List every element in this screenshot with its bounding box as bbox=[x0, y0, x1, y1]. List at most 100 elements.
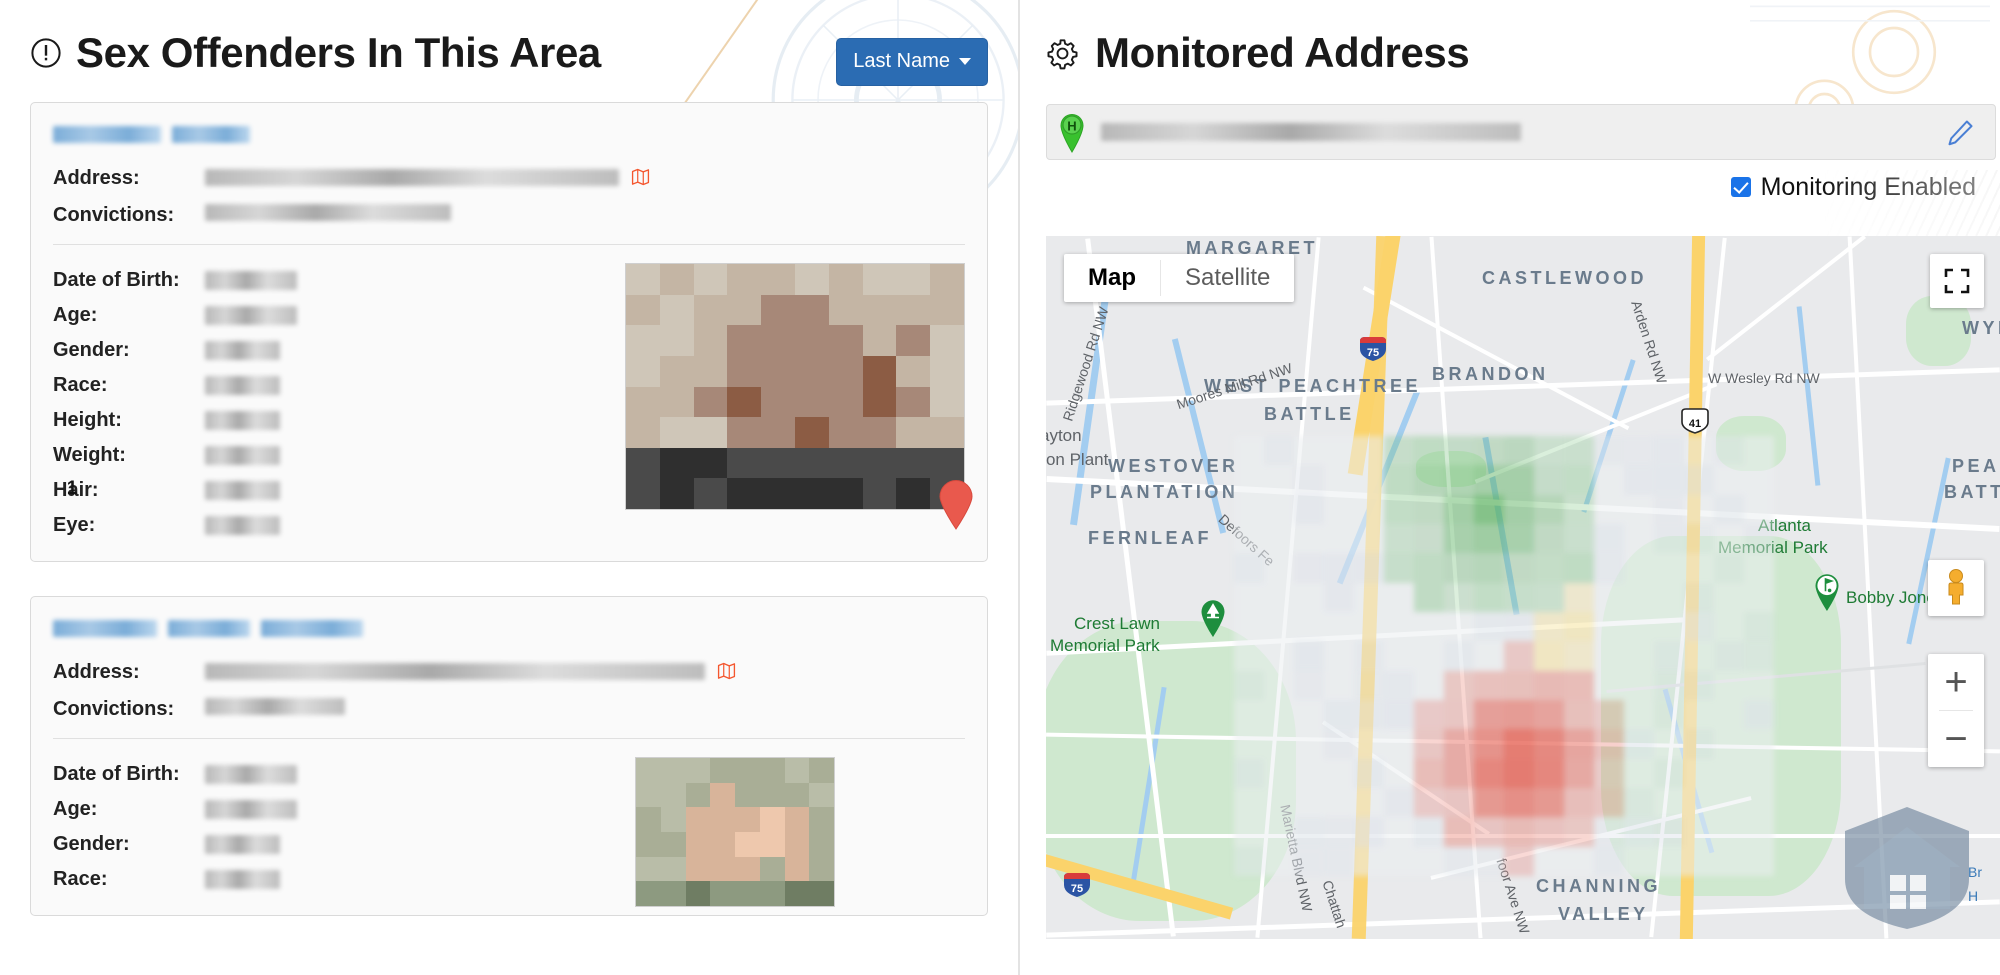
map-place-label: ayton bbox=[1046, 426, 1082, 445]
pixel-block bbox=[693, 325, 728, 356]
pixel-block bbox=[759, 758, 785, 783]
pixel-block bbox=[693, 447, 728, 479]
offender-photo[interactable] bbox=[635, 757, 835, 907]
pixel-block bbox=[784, 856, 810, 882]
pixel-block bbox=[636, 807, 661, 832]
pencil-icon[interactable] bbox=[1945, 118, 1975, 148]
park-poi-pin-icon[interactable] bbox=[1198, 598, 1228, 638]
redacted-hair bbox=[205, 481, 280, 500]
map-place-label: ation Plant bbox=[1046, 450, 1109, 469]
map-icon[interactable] bbox=[631, 167, 650, 187]
weight-row: Weight: bbox=[53, 438, 297, 473]
map-type-map-button[interactable]: Map bbox=[1064, 254, 1160, 302]
pixel-block bbox=[862, 355, 897, 387]
monitoring-enabled-row[interactable]: Monitoring Enabled bbox=[1020, 172, 1976, 202]
pixel-block bbox=[809, 807, 834, 832]
monitoring-enabled-label: Monitoring Enabled bbox=[1760, 172, 1976, 201]
map-place-label: Memorial Park bbox=[1050, 636, 1160, 655]
pixel-block bbox=[794, 386, 829, 418]
pixel-block bbox=[761, 294, 795, 326]
map-pin-marker[interactable] bbox=[937, 478, 975, 530]
age-row: Age: bbox=[53, 298, 297, 333]
redacted-name-part bbox=[172, 126, 250, 143]
map-place-label: Atlanta bbox=[1758, 516, 1811, 535]
offender-card[interactable]: Address: Convictions: Date of Birth: Age… bbox=[30, 102, 988, 562]
pixel-block bbox=[784, 758, 810, 783]
map-zoom-control[interactable]: + − bbox=[1928, 654, 1984, 767]
redacted-convictions bbox=[205, 698, 345, 715]
pixel-block bbox=[693, 294, 728, 326]
pixel-block bbox=[659, 447, 694, 479]
dob-label: Date of Birth: bbox=[53, 763, 180, 785]
map-canvas[interactable]: 75 41 75 MARGARET ELL CASTLEWOOD BRANDON… bbox=[1046, 236, 2000, 939]
pixel-block bbox=[727, 325, 762, 356]
map-type-control[interactable]: Map Satellite bbox=[1064, 254, 1295, 302]
redacted-height bbox=[205, 411, 280, 430]
pixel-block bbox=[896, 478, 931, 509]
gender-row: Gender: bbox=[53, 827, 297, 862]
pixel-block bbox=[659, 478, 694, 509]
map-park-atlanta-memorial bbox=[1601, 536, 1841, 896]
pixel-block bbox=[761, 355, 795, 387]
svg-text:75: 75 bbox=[1367, 347, 1379, 359]
pixel-block bbox=[828, 325, 863, 356]
pixel-block bbox=[660, 807, 686, 832]
pegman-icon bbox=[1948, 569, 1964, 605]
pixel-block bbox=[784, 782, 810, 808]
pixelated-photo bbox=[636, 758, 834, 906]
redacted-monitored-address bbox=[1101, 123, 1521, 141]
offender-card[interactable]: Address: Convictions: Date of Birth: Age… bbox=[30, 596, 988, 916]
pixel-block bbox=[896, 447, 931, 479]
monitoring-enabled-checkbox[interactable] bbox=[1730, 177, 1751, 197]
map-park-small bbox=[1716, 416, 1786, 471]
pixel-block bbox=[896, 417, 931, 448]
pixel-block bbox=[896, 294, 931, 326]
redacted-name-part bbox=[53, 126, 161, 143]
monitored-address-bar[interactable]: H bbox=[1046, 104, 1996, 160]
sort-by-last-name-button[interactable]: Last Name bbox=[836, 38, 988, 86]
pixel-block bbox=[896, 325, 931, 356]
map-area-label: PEACH bbox=[1952, 456, 2000, 476]
pixel-block bbox=[794, 264, 829, 295]
caret-down-icon bbox=[959, 58, 971, 65]
map-zoom-out-button[interactable]: − bbox=[1928, 711, 1984, 767]
pixel-block bbox=[761, 447, 795, 479]
pixel-block bbox=[636, 758, 661, 783]
convictions-label: Convictions: bbox=[53, 204, 175, 226]
offender-name-redacted bbox=[53, 620, 965, 637]
pixel-block bbox=[862, 386, 897, 418]
street-view-pegman-button[interactable] bbox=[1928, 560, 1984, 616]
map-place-label: Memorial Park bbox=[1718, 538, 1828, 557]
map-zoom-in-button[interactable]: + bbox=[1928, 654, 1984, 710]
pixel-block bbox=[659, 386, 694, 418]
pixel-block bbox=[809, 782, 834, 808]
map-type-satellite-button[interactable]: Satellite bbox=[1161, 254, 1294, 302]
map-fullscreen-button[interactable] bbox=[1930, 254, 1984, 308]
pixel-block bbox=[693, 417, 728, 448]
pixel-block bbox=[930, 386, 964, 418]
pixel-block bbox=[685, 807, 711, 832]
us-41-shield-icon: 41 bbox=[1681, 408, 1709, 434]
pixel-block bbox=[659, 417, 694, 448]
offender-photo[interactable] bbox=[625, 263, 965, 510]
pixel-block bbox=[685, 782, 711, 808]
address-row: Address: bbox=[53, 165, 965, 192]
redacted-age bbox=[205, 800, 297, 819]
weight-label: Weight: bbox=[53, 444, 126, 466]
redacted-convictions bbox=[205, 204, 451, 221]
pixel-block bbox=[659, 294, 694, 326]
pixel-block bbox=[735, 758, 760, 783]
golf-poi-pin-icon[interactable] bbox=[1812, 572, 1842, 612]
pixel-block bbox=[862, 447, 897, 479]
pixel-block bbox=[862, 478, 897, 509]
offender-card-list[interactable]: Address: Convictions: Date of Birth: Age… bbox=[0, 96, 1018, 971]
map-road-label: H bbox=[1968, 888, 1979, 904]
redacted-address bbox=[205, 168, 619, 186]
pixel-block bbox=[710, 881, 735, 906]
pixel-block bbox=[626, 417, 660, 448]
pixel-block bbox=[784, 881, 810, 906]
pixel-block bbox=[794, 417, 829, 448]
monitored-address-header: Monitored Address bbox=[1020, 0, 2000, 96]
map-icon[interactable] bbox=[717, 661, 736, 681]
address-row: Address: bbox=[53, 659, 965, 686]
